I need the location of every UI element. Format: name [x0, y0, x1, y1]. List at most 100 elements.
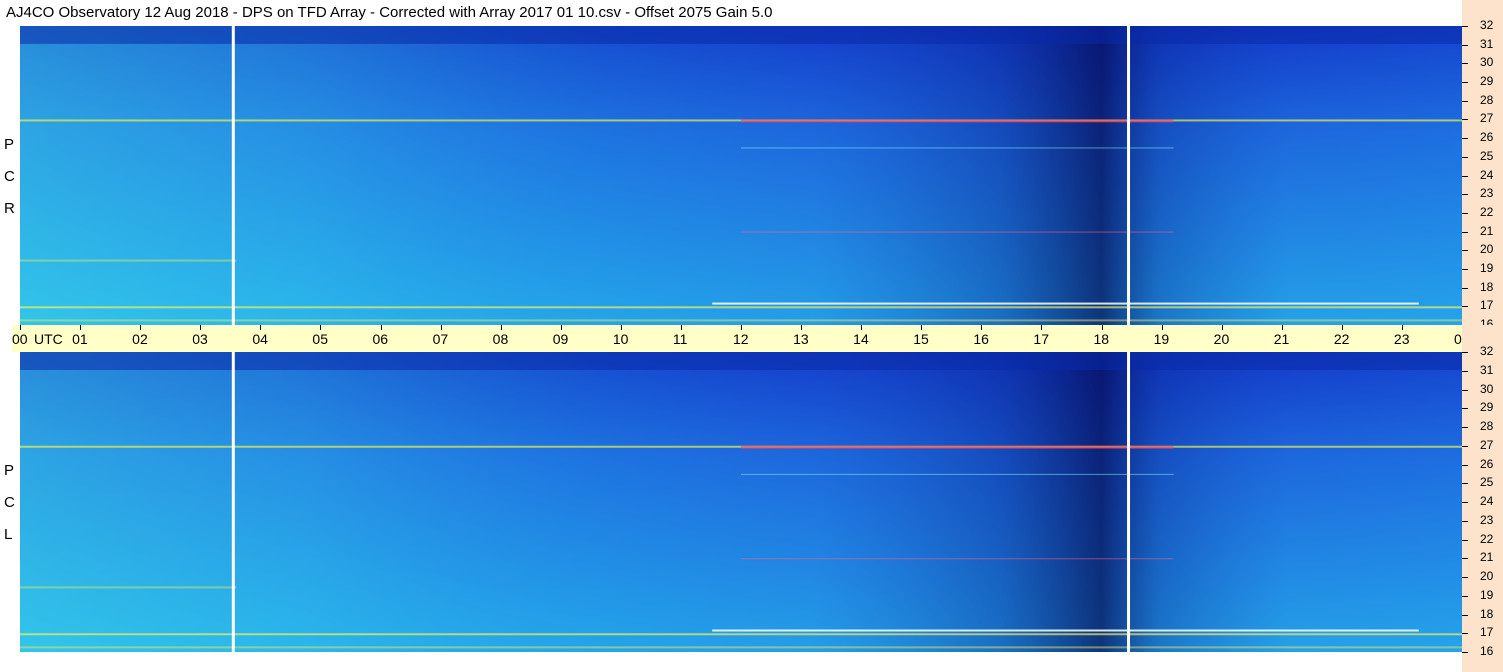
freq-label-17: 17 [1480, 298, 1494, 313]
freq-tick [1462, 408, 1468, 410]
time-label-19: 19 [1153, 331, 1170, 347]
rcp-data-gap-1 [1127, 26, 1131, 325]
time-label-10: 10 [612, 331, 629, 347]
time-label-03: 03 [192, 331, 208, 347]
time-tick [1401, 325, 1403, 330]
freq-label-23: 23 [1480, 512, 1494, 527]
rcp-interference-band-5 [741, 231, 1174, 233]
lcp-interference-band-1 [741, 445, 1174, 449]
freq-tick [1462, 100, 1468, 102]
freq-tick [1462, 464, 1468, 466]
freq-tick [1462, 287, 1468, 289]
lcp-letter-p: P [4, 462, 15, 479]
rcp-interference-band-2 [20, 306, 1462, 309]
time-label-21: 21 [1273, 331, 1290, 347]
time-label-15: 15 [913, 331, 929, 347]
time-label-04: 04 [252, 331, 268, 347]
freq-tick [1462, 231, 1468, 233]
freq-label-24: 24 [1480, 494, 1494, 508]
time-label-utc: UTC [34, 331, 63, 347]
freq-tick [1462, 119, 1468, 121]
time-label-11: 11 [672, 331, 688, 347]
lcp-time-shading [20, 352, 1462, 652]
freq-tick [1462, 44, 1468, 46]
freq-label-26: 26 [1480, 456, 1494, 471]
freq-label-28: 28 [1480, 419, 1494, 433]
freq-label-31: 31 [1480, 36, 1494, 51]
time-tick [1341, 325, 1343, 330]
time-axis: 00 UTC 01 02 03 04 05 06 07 08 09 10 11 12 13 14 15 16 17 1… [12, 325, 1495, 352]
time-label-23: 23 [1393, 331, 1410, 347]
freq-label-20: 20 [1480, 242, 1494, 257]
freq-label-21: 21 [1480, 550, 1494, 565]
rcp-time-shading [20, 26, 1462, 325]
time-tick [981, 325, 983, 330]
rcp-interference-band-7 [20, 259, 237, 262]
frequency-axis-lcp: 32 31 30 29 28 27 26 25 24 23 22 21 20 19 18 17 16 [1462, 344, 1503, 672]
time-tick [200, 325, 202, 330]
freq-label-20: 20 [1480, 569, 1494, 583]
frequency-axis-rcp: 32 31 30 29 28 27 26 25 24 23 22 21 20 19 18 17 16 [1462, 0, 1503, 331]
time-label-09: 09 [552, 331, 569, 347]
time-tick [320, 325, 322, 330]
lcp-data-gap-0 [231, 352, 235, 652]
time-tick [20, 325, 21, 330]
freq-label-18: 18 [1480, 279, 1494, 294]
time-tick [861, 325, 863, 330]
freq-label-28: 28 [1480, 92, 1494, 107]
freq-tick [1462, 138, 1468, 140]
rcp-interference-band-4 [20, 319, 1462, 322]
time-label-01: 01 [72, 331, 88, 347]
lcp-interference-band-6 [741, 473, 1174, 475]
freq-label-24: 24 [1480, 167, 1494, 182]
freq-tick [1462, 502, 1468, 503]
freq-tick [1462, 483, 1468, 485]
freq-label-27: 27 [1480, 437, 1494, 452]
freq-tick [1462, 614, 1468, 616]
freq-label-30: 30 [1480, 381, 1494, 396]
freq-tick [1462, 63, 1468, 65]
time-tick [560, 325, 562, 330]
lcp-letter-c: C [4, 494, 15, 511]
freq-label-18: 18 [1480, 606, 1494, 621]
time-tick [1101, 325, 1103, 330]
time-label-18: 18 [1093, 331, 1110, 347]
freq-tick [1462, 595, 1468, 597]
freq-tick [1462, 175, 1468, 177]
freq-tick [1462, 370, 1468, 372]
freq-label-27: 27 [1480, 111, 1494, 126]
freq-label-22: 22 [1480, 531, 1494, 546]
time-tick [1221, 325, 1223, 330]
time-tick [440, 325, 442, 330]
freq-tick [1462, 577, 1468, 578]
freq-label-32: 32 [1480, 344, 1494, 358]
time-label-20: 20 [1213, 331, 1230, 347]
freq-tick [1462, 212, 1468, 214]
rcp-interference-band-6 [741, 147, 1174, 149]
time-label-00-start: 00 [12, 331, 28, 347]
freq-tick [1462, 26, 1468, 27]
time-tick [1281, 325, 1283, 330]
freq-tick [1462, 539, 1468, 541]
rcp-label: P C R [0, 26, 20, 325]
chart-title: AJ4CO Observatory 12 Aug 2018 - DPS on T… [6, 4, 773, 21]
freq-label-26: 26 [1480, 130, 1494, 145]
freq-tick [1462, 82, 1468, 84]
freq-tick [1462, 389, 1468, 391]
time-label-05: 05 [312, 331, 328, 347]
time-tick [80, 325, 82, 330]
freq-label-25: 25 [1480, 148, 1494, 163]
freq-label-32: 32 [1480, 18, 1494, 32]
lcp-spectrogram-svg [20, 352, 1462, 652]
freq-label-17: 17 [1480, 625, 1494, 640]
freq-tick [1462, 156, 1468, 158]
time-label-08: 08 [492, 331, 509, 347]
time-label-12: 12 [733, 331, 749, 347]
time-label-17: 17 [1033, 331, 1049, 347]
time-tick [260, 325, 262, 330]
rcp-letter-p: P [4, 136, 15, 153]
freq-label-23: 23 [1480, 186, 1494, 201]
lcp-spectrogram [20, 352, 1462, 652]
chart-title-bar: AJ4CO Observatory 12 Aug 2018 - DPS on T… [0, 0, 1462, 26]
time-label-14: 14 [853, 331, 869, 347]
